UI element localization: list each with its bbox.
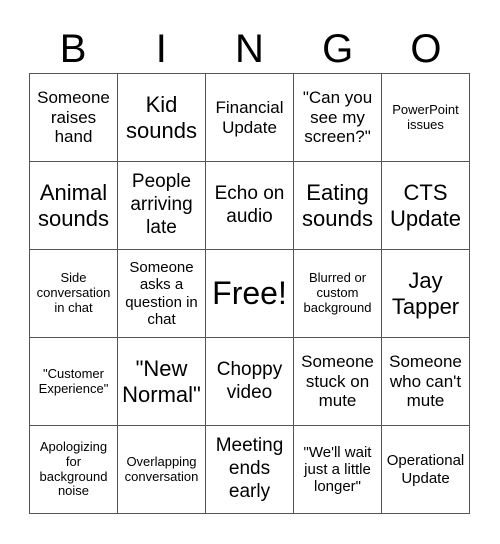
bingo-cell[interactable]: Side conversation in chat	[30, 250, 118, 338]
bingo-cell[interactable]: Someone asks a question in chat	[118, 250, 206, 338]
bingo-cell[interactable]: Someone stuck on mute	[294, 338, 382, 426]
bingo-header: B I N G O	[29, 24, 470, 74]
bingo-cell[interactable]: Jay Tapper	[382, 250, 470, 338]
bingo-cell[interactable]: Echo on audio	[206, 162, 294, 250]
header-letter-i: I	[155, 27, 167, 71]
bingo-cell[interactable]: Someone raises hand	[30, 74, 118, 162]
bingo-cell[interactable]: CTS Update	[382, 162, 470, 250]
header-letter-n: N	[235, 27, 264, 71]
header-letter-b: B	[59, 27, 87, 71]
bingo-cell[interactable]: "We'll wait just a little longer"	[294, 426, 382, 514]
bingo-cell[interactable]: PowerPoint issues	[382, 74, 470, 162]
bingo-cell[interactable]: "Can you see my screen?"	[294, 74, 382, 162]
bingo-cell[interactable]: Meeting ends early	[206, 426, 294, 514]
bingo-cell[interactable]: Apologizing for background noise	[30, 426, 118, 514]
bingo-grid: Someone raises hand Kid sounds Financial…	[29, 73, 470, 514]
bingo-cell[interactable]: Operational Update	[382, 426, 470, 514]
bingo-cell[interactable]: Financial Update	[206, 74, 294, 162]
bingo-cell[interactable]: Kid sounds	[118, 74, 206, 162]
header-letter-g: G	[322, 27, 354, 71]
bingo-cell[interactable]: Blurred or custom background	[294, 250, 382, 338]
bingo-cell[interactable]: "Customer Experience"	[30, 338, 118, 426]
bingo-cell[interactable]: Eating sounds	[294, 162, 382, 250]
header-letter-o: O	[410, 27, 442, 71]
bingo-cell[interactable]: Someone who can't mute	[382, 338, 470, 426]
bingo-cell[interactable]: Animal sounds	[30, 162, 118, 250]
bingo-cell[interactable]: People arriving late	[118, 162, 206, 250]
bingo-cell[interactable]: "New Normal"	[118, 338, 206, 426]
free-space[interactable]: Free!	[206, 250, 294, 338]
bingo-cell[interactable]: Overlapping conversation	[118, 426, 206, 514]
bingo-cell[interactable]: Choppy video	[206, 338, 294, 426]
